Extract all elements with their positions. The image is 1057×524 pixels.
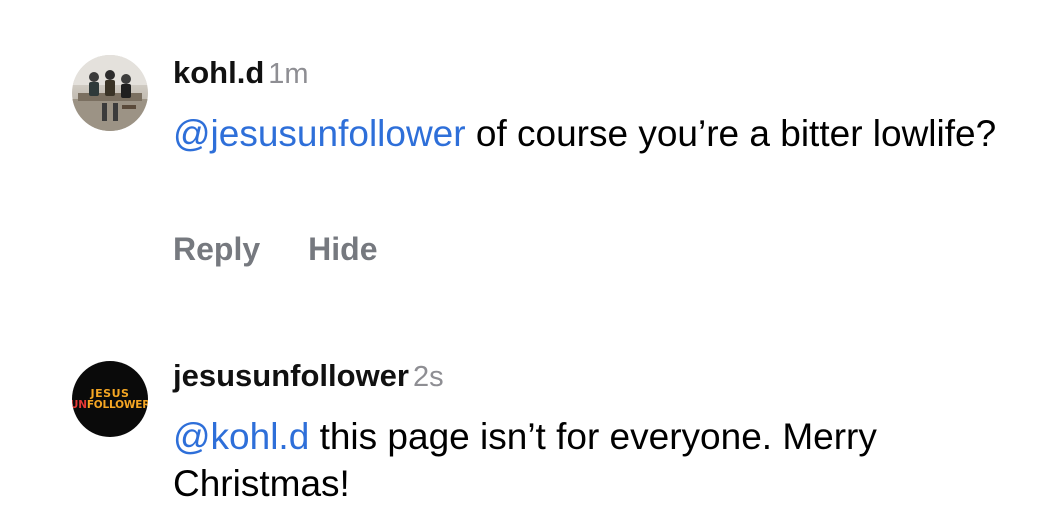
comment-header: jesusunfollower 2s — [173, 358, 444, 394]
avatar-logo-bottom: UNFOLLOWER — [72, 399, 148, 411]
avatar-logo-top: JESUS — [90, 386, 130, 400]
avatar-logo-follower: FOLLOWER — [86, 398, 148, 411]
comment-text: @kohl.d this page isn’t for everyone. Me… — [173, 413, 1023, 507]
comment-actions: Reply Hide — [173, 231, 377, 268]
hide-button[interactable]: Hide — [308, 231, 377, 268]
reply-button[interactable]: Reply — [173, 231, 260, 268]
comment-header: kohl.d 1m — [173, 55, 309, 91]
comment-body: of course you’re a bitter lowlife? — [465, 113, 997, 154]
timestamp: 2s — [412, 361, 444, 393]
username[interactable]: jesusunfollower — [173, 358, 409, 393]
avatar[interactable] — [72, 55, 148, 131]
timestamp: 1m — [268, 58, 309, 90]
comment-text: @jesusunfollower of course you’re a bitt… — [173, 110, 1023, 157]
username[interactable]: kohl.d — [173, 55, 264, 90]
mention-link[interactable]: @jesusunfollower — [173, 113, 466, 154]
avatar[interactable]: JESUS UNFOLLOWER — [72, 361, 148, 437]
mention-link[interactable]: @kohl.d — [173, 416, 309, 457]
avatar-photo-image — [72, 55, 148, 131]
avatar-logo-un: UN — [72, 398, 87, 411]
